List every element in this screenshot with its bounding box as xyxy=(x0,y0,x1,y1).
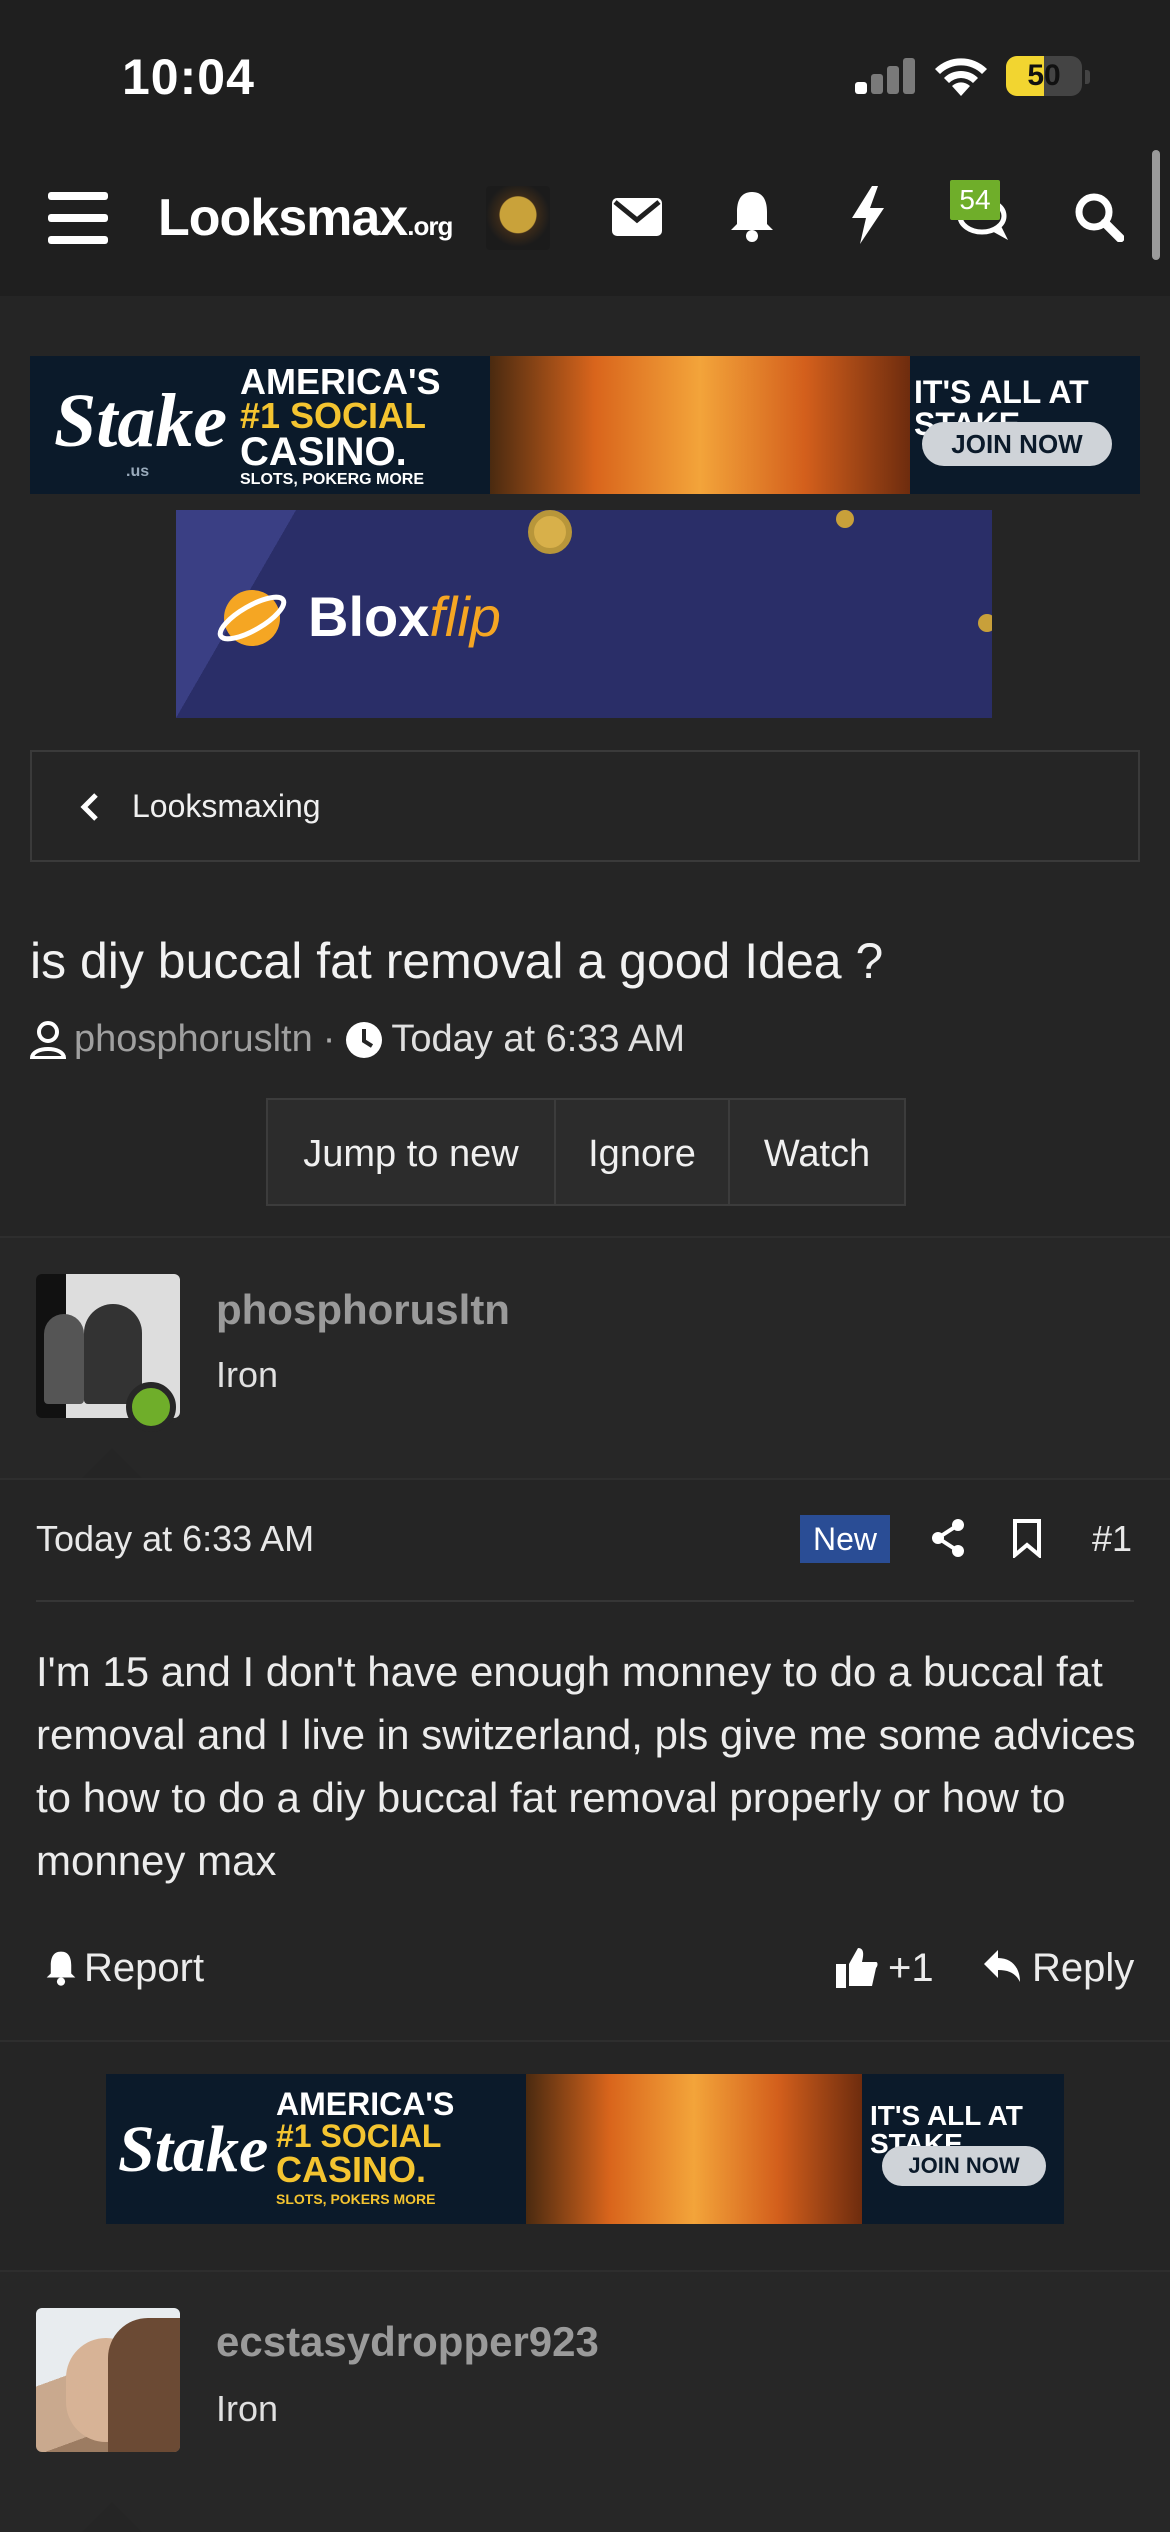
bloxflip-ad-banner[interactable]: Bloxflip xyxy=(176,510,992,718)
ad-join-button[interactable]: JOIN NOW xyxy=(922,422,1112,466)
wifi-icon xyxy=(935,58,987,96)
post-content: I'm 15 and I don't have enough monney to… xyxy=(36,1648,1136,1884)
menu-icon[interactable] xyxy=(48,192,108,244)
meta-separator: · xyxy=(322,1018,336,1060)
chat-count-badge: 54 xyxy=(950,180,1000,220)
search-icon[interactable] xyxy=(1074,192,1124,242)
scrollbar[interactable] xyxy=(1152,150,1160,260)
ad-join-button[interactable]: JOIN NOW xyxy=(882,2146,1046,2186)
ad-photo xyxy=(526,2074,862,2224)
breadcrumb-label: Looksmaxing xyxy=(132,788,321,824)
report-button[interactable]: Report xyxy=(84,1946,204,1991)
chevron-left-icon xyxy=(80,793,98,821)
post-arrow xyxy=(82,1448,142,1478)
clock-icon xyxy=(346,1021,383,1058)
ignore-button[interactable]: Ignore xyxy=(556,1098,730,1206)
thread-time[interactable]: Today at 6:33 AM xyxy=(391,1018,685,1061)
site-logo[interactable]: Looksmax.org xyxy=(158,188,453,248)
divider xyxy=(36,1600,1134,1602)
thread-author-link[interactable]: phosphorusltn xyxy=(74,1018,313,1061)
bell-icon xyxy=(46,1951,76,1986)
share-icon[interactable] xyxy=(930,1518,966,1558)
avatar[interactable] xyxy=(36,2308,180,2452)
post-date[interactable]: Today at 6:33 AM xyxy=(36,1518,314,1560)
stake-logo-suffix: .us xyxy=(126,463,150,480)
post-arrow xyxy=(82,2502,142,2532)
mail-icon[interactable] xyxy=(612,198,662,236)
bell-icon[interactable] xyxy=(730,190,774,242)
user-icon xyxy=(30,1020,66,1059)
lightning-icon[interactable] xyxy=(850,186,886,244)
avatar-hair xyxy=(108,2318,180,2452)
thumbs-up-icon[interactable] xyxy=(836,1946,878,1988)
ad-line-3: CASINO. xyxy=(240,430,407,474)
ad-line-2: #1 SOCIAL xyxy=(240,395,427,436)
reply-icon[interactable] xyxy=(982,1948,1022,1984)
thread-title: is diy buccal fat removal a good Idea ? xyxy=(30,933,884,989)
coin-icon xyxy=(978,614,992,632)
post-user-rank: Iron xyxy=(216,1354,279,1395)
post-number[interactable]: #1 xyxy=(1092,1518,1132,1560)
bloxflip-wordmark: Bloxflip xyxy=(308,585,501,648)
battery-cap xyxy=(1085,70,1090,84)
stake-logo: Stake xyxy=(118,2113,269,2186)
breadcrumb[interactable]: Looksmaxing xyxy=(30,750,1140,862)
ad-line-3: CASINO. xyxy=(276,2149,427,2190)
reaction-count[interactable]: +1 xyxy=(888,1946,934,1991)
watch-button[interactable]: Watch xyxy=(730,1098,906,1206)
post-username[interactable]: phosphorusltn xyxy=(216,1286,510,1334)
stake-logo: Stake xyxy=(54,379,228,463)
avatar-figure xyxy=(44,1314,84,1404)
online-status-dot xyxy=(126,1382,176,1432)
ad-line-4: SLOTS, POKERS MORE xyxy=(276,2191,436,2207)
user-avatar-nav[interactable] xyxy=(486,186,550,250)
ad-line-1: AMERICA'S xyxy=(276,2086,455,2122)
thread-actions: Jump to new Ignore Watch xyxy=(266,1098,906,1208)
post-username[interactable]: ecstasydropper923 xyxy=(216,2318,599,2366)
new-badge: New xyxy=(800,1515,890,1563)
post-user-rank: Iron xyxy=(216,2388,279,2429)
stake-ad-banner-bottom[interactable]: Stake AMERICA'S #1 SOCIAL CASINO. SLOTS,… xyxy=(106,2074,1064,2224)
ad-line-4: SLOTS, POKERG MORE xyxy=(240,471,425,488)
signal-icon xyxy=(855,58,915,94)
status-time: 10:04 xyxy=(122,49,255,105)
bookmark-icon[interactable] xyxy=(1012,1518,1042,1558)
ad-line-2: #1 SOCIAL xyxy=(276,2118,442,2154)
stake-ad-banner-top[interactable]: Stake .us AMERICA'S #1 SOCIAL CASINO. SL… xyxy=(30,356,1140,494)
coin-icon xyxy=(836,510,854,528)
jump-to-new-button[interactable]: Jump to new xyxy=(266,1098,556,1206)
battery-indicator: 50 xyxy=(1006,56,1082,96)
ad-photo xyxy=(490,356,910,494)
thread-meta: phosphorusltn · Today at 6:33 AM xyxy=(30,1018,685,1061)
coin-icon xyxy=(528,510,572,554)
reply-button[interactable]: Reply xyxy=(1032,1946,1134,1991)
bloxflip-logo-icon xyxy=(217,590,287,646)
